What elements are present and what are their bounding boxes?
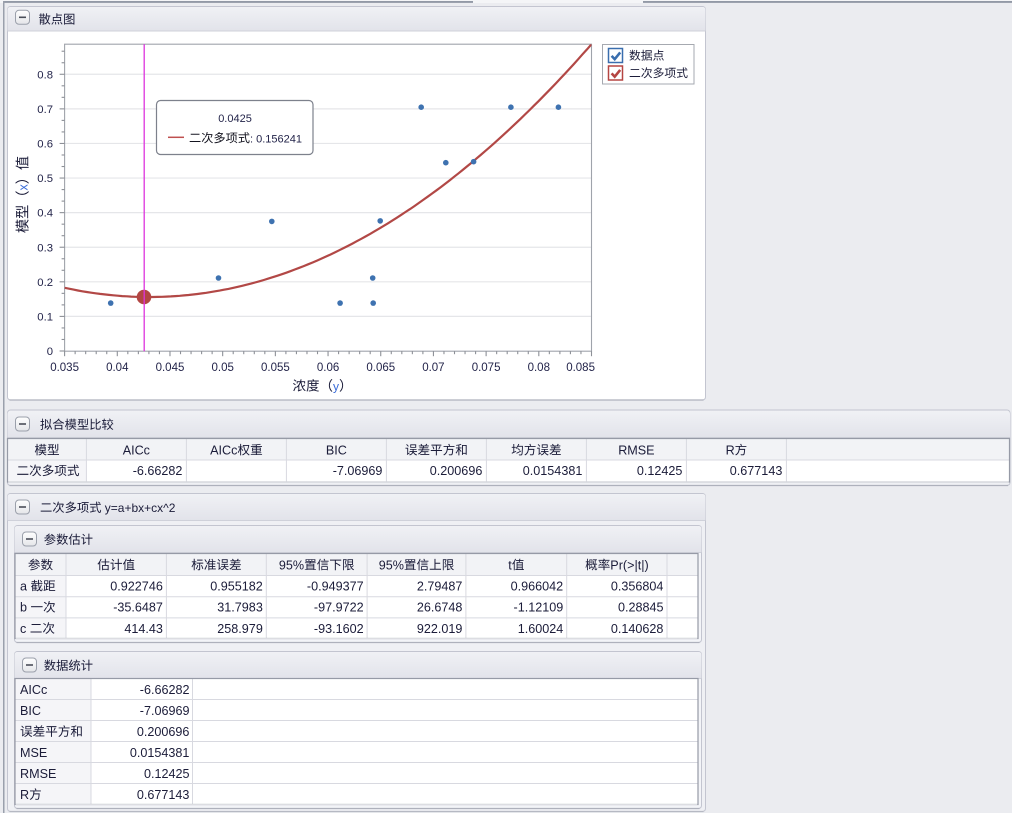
svg-text:0.065: 0.065 <box>366 362 395 374</box>
svg-text:26.6748: 26.6748 <box>417 601 463 615</box>
svg-text:0.0154381: 0.0154381 <box>523 464 583 478</box>
svg-text:R: R <box>20 788 29 802</box>
svg-text:-7.06969: -7.06969 <box>333 464 383 478</box>
svg-text:0.955182: 0.955182 <box>210 579 263 593</box>
svg-text:0.12425: 0.12425 <box>637 464 683 478</box>
svg-text:0.08: 0.08 <box>528 362 550 374</box>
svg-text:-35.6487: -35.6487 <box>113 601 163 615</box>
svg-text:-97.9722: -97.9722 <box>314 601 364 615</box>
svg-text:c: c <box>20 622 26 636</box>
svg-text:R: R <box>726 443 735 457</box>
svg-text:0.07: 0.07 <box>422 362 444 374</box>
svg-text:0.356804: 0.356804 <box>611 579 664 593</box>
svg-text:0.04: 0.04 <box>106 362 129 374</box>
svg-text:0.922746: 0.922746 <box>110 579 163 593</box>
svg-text:a: a <box>20 579 27 593</box>
svg-text:258.979: 258.979 <box>217 622 263 636</box>
svg-text:0.035: 0.035 <box>50 362 79 374</box>
svg-text:BIC: BIC <box>326 443 347 457</box>
svg-text:0.6: 0.6 <box>37 139 53 151</box>
svg-text:0: 0 <box>47 346 53 358</box>
svg-text:-6.66282: -6.66282 <box>133 464 183 478</box>
svg-text:0.140628: 0.140628 <box>611 622 664 636</box>
svg-text:31.7983: 31.7983 <box>217 601 263 615</box>
svg-text:0.4: 0.4 <box>37 208 53 220</box>
svg-text:0.06: 0.06 <box>317 362 339 374</box>
svg-text:0.2: 0.2 <box>37 277 53 289</box>
svg-text:-6.66282: -6.66282 <box>140 683 190 697</box>
svg-text:AICc: AICc <box>20 683 47 697</box>
svg-text:0.200696: 0.200696 <box>430 464 483 478</box>
svg-text:AICc: AICc <box>210 443 237 457</box>
svg-text:0.28845: 0.28845 <box>618 601 664 615</box>
svg-text:0.1: 0.1 <box>37 312 53 324</box>
svg-text:0.0154381: 0.0154381 <box>130 746 190 760</box>
svg-text:b: b <box>20 601 27 615</box>
svg-text:922.019: 922.019 <box>417 622 463 636</box>
svg-text:-93.1602: -93.1602 <box>314 622 364 636</box>
svg-text:414.43: 414.43 <box>124 622 163 636</box>
svg-text:y=a+bx+cx^2: y=a+bx+cx^2 <box>105 501 176 515</box>
svg-text:AICc: AICc <box>123 443 150 457</box>
svg-text:95%: 95% <box>379 558 404 572</box>
svg-text:0.5: 0.5 <box>37 173 53 185</box>
svg-text:-7.06969: -7.06969 <box>140 704 190 718</box>
svg-text:BIC: BIC <box>20 704 41 718</box>
svg-text:2.79487: 2.79487 <box>417 579 463 593</box>
svg-text:Pr(>|t|): Pr(>|t|) <box>610 558 648 572</box>
svg-text:: 0.156241: : 0.156241 <box>250 133 302 145</box>
svg-text:0.3: 0.3 <box>37 242 53 254</box>
svg-text:x: x <box>17 184 31 191</box>
svg-text:0.055: 0.055 <box>261 362 290 374</box>
svg-text:95%: 95% <box>279 558 304 572</box>
svg-text:0.12425: 0.12425 <box>144 767 190 781</box>
svg-text:0.05: 0.05 <box>212 362 234 374</box>
svg-text:t: t <box>508 558 512 572</box>
svg-text:RMSE: RMSE <box>618 443 654 457</box>
svg-text:0.8: 0.8 <box>37 69 53 81</box>
svg-text:0.0425: 0.0425 <box>218 113 252 125</box>
svg-text:0.677143: 0.677143 <box>730 464 783 478</box>
svg-text:0.200696: 0.200696 <box>137 725 190 739</box>
svg-text:1.60024: 1.60024 <box>518 622 564 636</box>
svg-text:RMSE: RMSE <box>20 767 56 781</box>
svg-text:MSE: MSE <box>20 746 47 760</box>
svg-text:0.966042: 0.966042 <box>511 579 564 593</box>
svg-text:0.677143: 0.677143 <box>137 788 190 802</box>
svg-text:y: y <box>333 380 339 394</box>
svg-text:0.085: 0.085 <box>566 362 595 374</box>
svg-text:0.075: 0.075 <box>472 362 501 374</box>
svg-text:0.045: 0.045 <box>156 362 185 374</box>
svg-text:-0.949377: -0.949377 <box>307 579 364 593</box>
svg-text:-1.12109: -1.12109 <box>514 601 564 615</box>
svg-text:0.7: 0.7 <box>37 104 53 116</box>
